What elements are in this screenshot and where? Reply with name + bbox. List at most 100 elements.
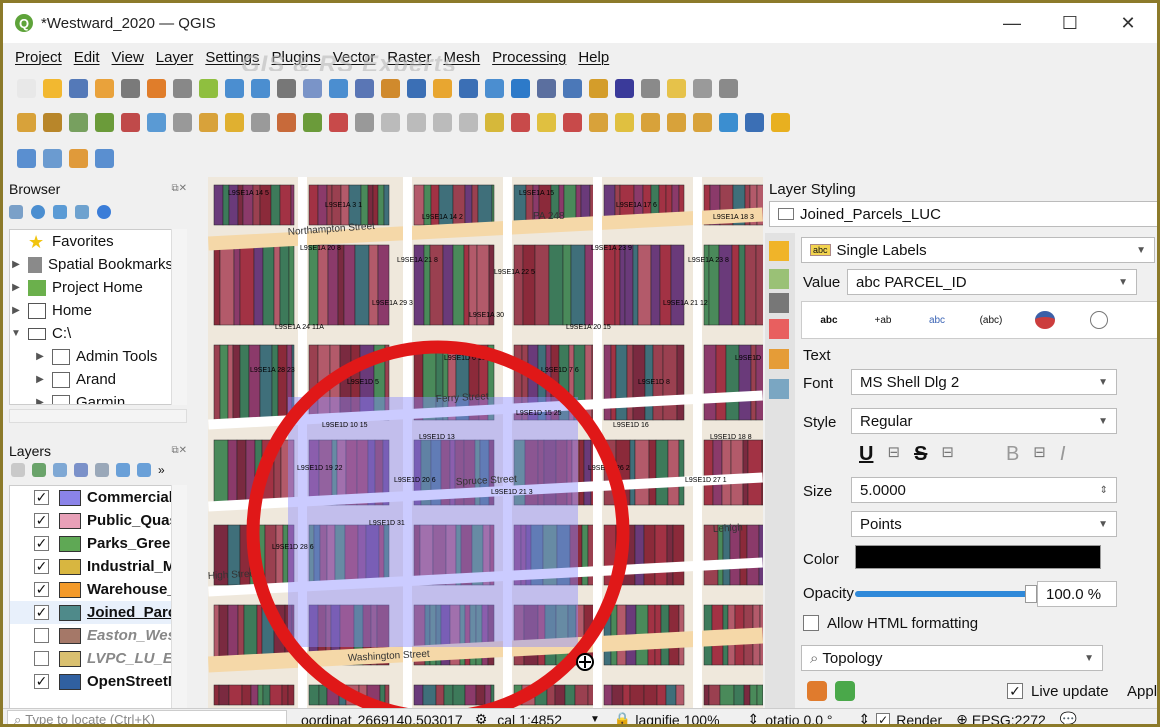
main-tool-icon[interactable] — [459, 78, 478, 98]
expand-all-icon[interactable] — [116, 463, 130, 477]
browser-item-project-home[interactable]: ▶ Project Home — [10, 276, 186, 299]
layer-row[interactable]: ✓ Industrial_Mar — [10, 555, 186, 578]
info-icon[interactable] — [97, 205, 111, 219]
data-defined-icon[interactable]: ⊟ — [941, 443, 954, 466]
spin-arrows-icon[interactable]: ⇕ — [1100, 485, 1108, 496]
main-tool-icon[interactable] — [173, 78, 192, 98]
main-tool-icon[interactable] — [43, 78, 62, 98]
refresh-icon[interactable] — [31, 205, 45, 219]
tree-arrow-icon[interactable]: ▼ — [10, 328, 22, 339]
digitize-tool-icon[interactable] — [329, 112, 348, 132]
tab-text[interactable]: abc — [802, 315, 856, 326]
main-tool-icon[interactable] — [251, 78, 270, 98]
main-tool-icon[interactable] — [563, 78, 582, 98]
menu-project[interactable]: Project — [15, 49, 62, 66]
digitize-tool-icon[interactable] — [667, 112, 686, 132]
opacity-slider-handle[interactable] — [1025, 585, 1037, 603]
layer-visibility-checkbox[interactable]: ✓ — [34, 674, 49, 689]
labels-tab-icon[interactable] — [769, 269, 789, 289]
layer-row[interactable]: ✓ Warehouse_Tr — [10, 578, 186, 601]
main-tool-icon[interactable] — [719, 78, 738, 98]
allow-html-checkbox[interactable] — [803, 615, 819, 631]
crs-value[interactable]: EPSG:2272 — [972, 712, 1046, 725]
toggle-extents-icon[interactable]: ⚙ — [475, 711, 488, 724]
digitize-tool-icon[interactable] — [277, 112, 296, 132]
menu-help[interactable]: Help — [578, 49, 609, 66]
italic-button[interactable]: I — [1060, 443, 1066, 466]
main-tool-icon[interactable] — [407, 78, 426, 98]
main-tool-icon[interactable] — [199, 78, 218, 98]
collapse-all-icon[interactable] — [137, 463, 151, 477]
tab-callouts[interactable] — [1072, 311, 1126, 329]
spin-arrows-icon[interactable]: ⇕ — [858, 711, 870, 724]
panel-float-icon[interactable]: ⧉✕ — [171, 445, 187, 456]
browser-scrollbar[interactable] — [171, 229, 187, 405]
menu-view[interactable]: View — [112, 49, 144, 66]
main-tool-icon[interactable] — [355, 78, 374, 98]
main-tool-icon[interactable] — [329, 78, 348, 98]
main-tool-icon[interactable] — [303, 78, 322, 98]
layer-visibility-checkbox[interactable] — [34, 651, 49, 666]
main-tool-icon[interactable] — [693, 78, 712, 98]
data-defined-icon[interactable]: ⊟ — [1033, 443, 1046, 466]
main-tool-icon[interactable] — [225, 78, 244, 98]
main-tool-icon[interactable] — [121, 78, 140, 98]
value-field-select[interactable]: abc PARCEL_ID ▼ — [847, 269, 1137, 295]
main-tool-icon[interactable] — [589, 78, 608, 98]
digitize-tool-icon[interactable] — [693, 112, 712, 132]
magnifier-value[interactable]: 100% — [684, 712, 720, 725]
main-tool-icon[interactable] — [537, 78, 556, 98]
digitize-tool-icon[interactable] — [771, 112, 790, 132]
live-update-checkbox[interactable]: ✓ — [1007, 683, 1023, 699]
browser-item-favorites[interactable]: ★ Favorites — [10, 230, 186, 253]
main-tool-icon[interactable] — [433, 78, 452, 98]
menu-vector[interactable]: Vector — [333, 49, 376, 66]
browser-item-arand[interactable]: ▶ Arand — [10, 368, 186, 391]
symbology-tab-icon[interactable] — [769, 241, 789, 261]
3d-view-tab-icon[interactable] — [769, 319, 789, 339]
spin-arrows-icon[interactable]: ⇕ — [748, 711, 760, 724]
tree-arrow-icon[interactable]: ▶ — [10, 282, 22, 293]
digitize-tool-icon[interactable] — [147, 112, 166, 132]
close-button[interactable]: ✕ — [1099, 3, 1157, 43]
layer-visibility-checkbox[interactable]: ✓ — [34, 490, 49, 505]
main-tool-icon[interactable] — [615, 78, 634, 98]
expression-filter-icon[interactable] — [95, 463, 109, 477]
layer-row[interactable]: Easton_WestW — [10, 624, 186, 647]
menu-raster[interactable]: Raster — [387, 49, 431, 66]
digitize-tool-icon[interactable] — [355, 112, 374, 132]
tab-background[interactable]: (abc) — [964, 315, 1018, 326]
coordinate-value[interactable]: 2669140,503017 — [358, 712, 463, 725]
layer-visibility-checkbox[interactable]: ✓ — [34, 536, 49, 551]
layer-row[interactable]: ✓ Public_QuasiP — [10, 509, 186, 532]
tree-arrow-icon[interactable]: ▶ — [34, 374, 46, 385]
browser-hscrollbar[interactable] — [9, 409, 187, 423]
menu-layer[interactable]: Layer — [156, 49, 194, 66]
layer-visibility-checkbox[interactable]: ✓ — [34, 559, 49, 574]
layer-row[interactable]: ✓ OpenStreetM — [10, 670, 186, 693]
digitize-tool-icon[interactable] — [69, 112, 88, 132]
digitize-tool-icon[interactable] — [719, 112, 738, 132]
topology-search[interactable]: ⌕ Topology ▼ — [801, 645, 1103, 671]
tree-arrow-icon[interactable]: ▶ — [10, 259, 22, 270]
digitize-tool-icon[interactable] — [17, 112, 36, 132]
main-tool-icon[interactable] — [95, 78, 114, 98]
tree-arrow-icon[interactable]: ▶ — [10, 305, 22, 316]
menu-mesh[interactable]: Mesh — [443, 49, 480, 66]
bold-button[interactable]: B — [1006, 443, 1019, 466]
digitize-tool-icon[interactable] — [745, 112, 764, 132]
layer-visibility-checkbox[interactable]: ✓ — [34, 605, 49, 620]
size-unit-select[interactable]: Points ▼ — [851, 511, 1117, 537]
layer-row[interactable]: ✓ Joined_Parcels — [10, 601, 186, 624]
digitize-tool-icon[interactable] — [43, 112, 62, 132]
layer-row[interactable]: ✓ Commercial — [10, 486, 186, 509]
select-tool-icon[interactable] — [43, 148, 62, 168]
map-svg[interactable]: Northampton StreetPA 248Ferry StreetSpru… — [208, 177, 763, 708]
select-tool-icon[interactable] — [17, 148, 36, 168]
main-tool-icon[interactable] — [641, 78, 660, 98]
digitize-tool-icon[interactable] — [563, 112, 582, 132]
label-mode-select[interactable]: abc Single Labels ▼ — [801, 237, 1155, 263]
open-styling-icon[interactable] — [11, 463, 25, 477]
filter-icon[interactable] — [53, 205, 67, 219]
redo-icon[interactable] — [835, 681, 855, 701]
